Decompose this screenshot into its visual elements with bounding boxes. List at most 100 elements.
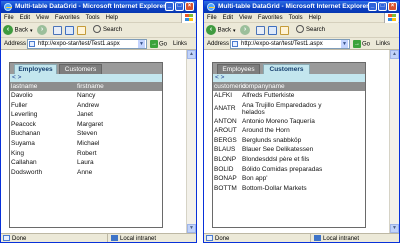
table-row[interactable]: Fuller Andrew <box>10 101 162 111</box>
security-zone: Local intranet <box>310 234 359 242</box>
home-icon[interactable] <box>280 26 289 35</box>
go-arrow-icon: → <box>150 40 158 48</box>
menu-item-favorites[interactable]: Favorites <box>55 15 80 21</box>
refresh-icon[interactable] <box>268 26 277 35</box>
datagrid: Employees Customers < > customerid companyna… <box>212 62 366 228</box>
back-dropdown-icon[interactable]: ▾ <box>233 28 236 34</box>
address-dropdown-icon[interactable]: ▼ <box>341 40 348 48</box>
links-button[interactable]: Links <box>173 38 187 50</box>
home-icon[interactable] <box>77 26 86 35</box>
menu-item-file[interactable]: File <box>207 15 217 21</box>
table-row[interactable]: BOLID Bólido Comidas preparadas <box>213 165 365 175</box>
page-icon <box>29 41 35 47</box>
menu-bar: File Edit View Favorites Tools Help <box>204 13 399 23</box>
menu-item-help[interactable]: Help <box>309 15 321 21</box>
table-row[interactable]: Callahan Laura <box>10 158 162 168</box>
scroll-down-icon[interactable]: ▼ <box>187 224 196 233</box>
address-dropdown-icon[interactable]: ▼ <box>138 40 145 48</box>
table-cell: Janet <box>77 111 93 119</box>
close-button[interactable]: × <box>388 2 397 11</box>
search-button[interactable]: Search <box>296 25 325 36</box>
address-input[interactable]: http://expo-star/test/Test1.aspx ▼ <box>27 39 147 49</box>
go-label: Go <box>159 41 168 48</box>
tab-customers[interactable]: Customers <box>59 64 102 74</box>
forward-arrow-icon: › <box>240 25 250 35</box>
menu-item-file[interactable]: File <box>4 15 14 21</box>
table-row[interactable]: BLONP Blondesddsl père et fils <box>213 155 365 165</box>
refresh-icon[interactable] <box>65 26 74 35</box>
go-button[interactable]: → Go <box>353 40 370 49</box>
table-row[interactable]: AROUT Around the Horn <box>213 126 365 136</box>
scroll-down-icon[interactable]: ▼ <box>390 224 399 233</box>
table-row[interactable]: Davolio Nancy <box>10 91 162 101</box>
table-row[interactable]: BONAP Bon app' <box>213 174 365 184</box>
table-cell: Peacock <box>11 120 36 128</box>
menu-item-help[interactable]: Help <box>106 15 118 21</box>
go-arrow-icon: → <box>353 40 361 48</box>
menu-bar: File Edit View Favorites Tools Help <box>1 13 196 23</box>
menu-item-tools[interactable]: Tools <box>289 15 303 21</box>
back-button[interactable]: ‹ Back ▾ <box>206 25 236 36</box>
search-button[interactable]: Search <box>93 25 122 36</box>
column-header-firstname[interactable]: firstname <box>77 82 104 91</box>
table-cell: Alfreds Futterkiste <box>242 92 295 99</box>
back-button[interactable]: ‹ Back ▾ <box>3 25 33 36</box>
table-cell: Blondesddsl père et fils <box>242 155 310 163</box>
table-row[interactable]: BLAUS Blauer See Delikatessen <box>213 145 365 155</box>
table-row[interactable]: Peacock Margaret <box>10 120 162 130</box>
search-label: Search <box>306 27 326 33</box>
table-row[interactable]: BERGS Berglunds snabbköp <box>213 136 365 146</box>
stop-icon[interactable] <box>53 26 62 35</box>
menu-item-edit[interactable]: Edit <box>223 15 233 21</box>
table-cell: Buchanan <box>11 130 41 138</box>
table-row[interactable]: Dodsworth Anne <box>10 168 162 178</box>
forward-button[interactable]: › <box>37 25 47 36</box>
vertical-scrollbar[interactable]: ▲ ▼ <box>186 50 196 233</box>
grid-nav-arrows[interactable]: < > <box>10 74 162 82</box>
table-row[interactable]: BOTTM Bottom-Dollar Markets <box>213 184 365 194</box>
menu-item-view[interactable]: View <box>36 15 49 21</box>
ie-icon <box>4 3 12 11</box>
minimize-button[interactable]: _ <box>368 2 377 11</box>
minimize-button[interactable]: _ <box>165 2 174 11</box>
vertical-scrollbar[interactable]: ▲ ▼ <box>389 50 399 233</box>
table-cell: Ana Trujillo Emparedados y helados <box>242 101 322 116</box>
table-row[interactable]: ALFKI Alfreds Futterkiste <box>213 91 365 101</box>
tab-employees[interactable]: Employees <box>217 64 260 74</box>
table-row[interactable]: King Robert <box>10 149 162 159</box>
table-row[interactable]: ANATR Ana Trujillo Emparedados y helados <box>213 101 365 117</box>
links-button[interactable]: Links <box>376 38 390 50</box>
tab-employees[interactable]: Employees <box>14 64 57 74</box>
back-dropdown-icon[interactable]: ▾ <box>30 28 33 34</box>
table-cell: Suyama <box>11 139 35 147</box>
column-header-companyname[interactable]: companyname <box>242 82 285 91</box>
menu-item-edit[interactable]: Edit <box>20 15 30 21</box>
menu-item-favorites[interactable]: Favorites <box>258 15 283 21</box>
scroll-up-icon[interactable]: ▲ <box>390 50 399 59</box>
tab-bar: Employees Customers <box>10 63 162 74</box>
table-row[interactable]: Leverling Janet <box>10 110 162 120</box>
table-cell: BOTTM <box>214 184 237 192</box>
table-cell: Bottom-Dollar Markets <box>242 184 307 192</box>
go-button[interactable]: → Go <box>150 40 167 49</box>
maximize-button[interactable]: □ <box>175 2 184 11</box>
column-header-lastname[interactable]: lastname <box>11 82 37 91</box>
page-status-icon <box>3 235 10 242</box>
stop-icon[interactable] <box>256 26 265 35</box>
table-cell: ALFKI <box>214 92 233 99</box>
menu-item-view[interactable]: View <box>239 15 252 21</box>
table-row[interactable]: Buchanan Steven <box>10 129 162 139</box>
address-input[interactable]: http://expo-star/test/Test1.aspx ▼ <box>230 39 350 49</box>
status-text: Done <box>12 236 27 242</box>
table-row[interactable]: Suyama Michael <box>10 139 162 149</box>
menu-item-tools[interactable]: Tools <box>86 15 100 21</box>
table-row[interactable]: ANTON Antonio Moreno Taquería <box>213 117 365 127</box>
grid-header-row: customerid companyname <box>213 82 365 91</box>
table-cell: Fuller <box>11 101 28 109</box>
scroll-up-icon[interactable]: ▲ <box>187 50 196 59</box>
forward-button[interactable]: › <box>240 25 250 36</box>
close-button[interactable]: × <box>185 2 194 11</box>
grid-nav-arrows[interactable]: < > <box>213 74 365 82</box>
tab-customers[interactable]: Customers <box>263 64 310 74</box>
maximize-button[interactable]: □ <box>378 2 387 11</box>
